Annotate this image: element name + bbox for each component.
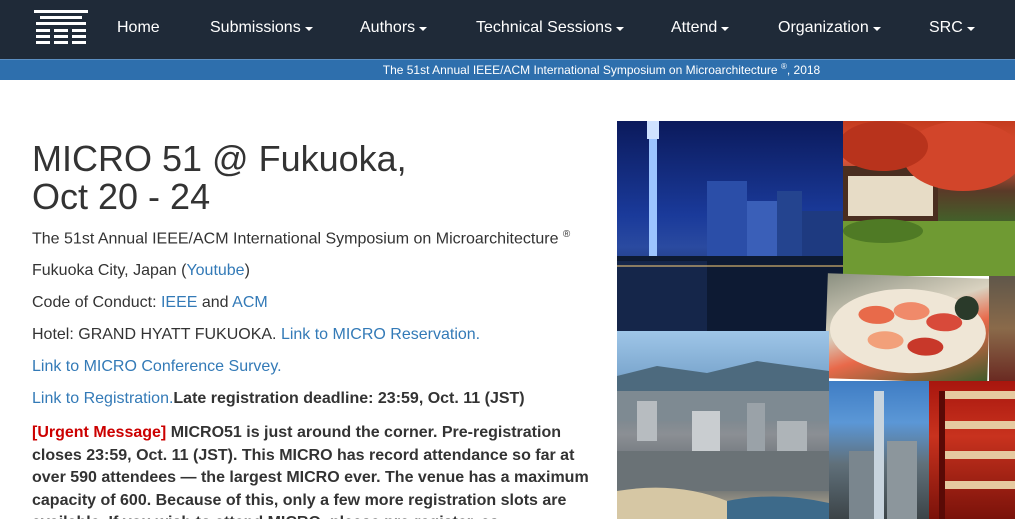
survey-line: Link to MICRO Conference Survey. [32, 356, 592, 378]
nav-authors-label: Authors [360, 19, 416, 36]
caret-down-icon [966, 27, 975, 31]
nav-organization[interactable]: Organization [778, 19, 881, 37]
nav-attend-label: Attend [671, 19, 718, 36]
survey-link[interactable]: Link to MICRO Conference Survey. [32, 358, 282, 375]
location-close: ) [244, 262, 250, 280]
conduct-and: and [197, 294, 233, 312]
reservation-link[interactable]: Link to MICRO Reservation. [281, 326, 480, 343]
nav-src[interactable]: SRC [929, 19, 975, 37]
banner-text: The 51st Annual IEEE/ACM International S… [0, 62, 1015, 77]
subtitle-text: The 51st Annual IEEE/ACM International S… [32, 230, 559, 248]
code-of-conduct-line: Code of Conduct: IEEE and ACM [32, 292, 592, 314]
page-title: MICRO 51 @ Fukuoka, Oct 20 - 24 [32, 140, 592, 216]
nav-authors[interactable]: Authors [360, 19, 428, 37]
japanese-garden-photo [843, 121, 1015, 276]
nav-organization-label: Organization [778, 19, 869, 36]
nav-submissions-label: Submissions [210, 19, 301, 36]
location-line: Fukuoka City, Japan (Youtube) [32, 260, 592, 282]
urgent-tag: [Urgent Message] [32, 424, 167, 442]
city-aerial-photo [617, 331, 829, 519]
pagoda-logo-icon[interactable] [32, 6, 90, 50]
caret-down-icon [721, 27, 730, 31]
caret-down-icon [872, 27, 881, 31]
nav-submissions[interactable]: Submissions [210, 19, 313, 37]
hotel-line: Hotel: GRAND HYATT FUKUOKA. Link to MICR… [32, 324, 592, 346]
nav-technical-sessions[interactable]: Technical Sessions [476, 19, 625, 37]
page-title-line1: MICRO 51 @ Fukuoka, [32, 138, 407, 179]
top-navbar: Home Submissions Authors Technical Sessi… [0, 0, 1015, 59]
nav-home[interactable]: Home [117, 19, 160, 37]
main-content: MICRO 51 @ Fukuoka, Oct 20 - 24 The 51st… [32, 140, 592, 519]
banner-title: The 51st Annual IEEE/ACM International S… [382, 63, 778, 77]
banner-year: , 2018 [786, 63, 821, 77]
nav-technical-sessions-label: Technical Sessions [476, 19, 613, 36]
side-strip-photo [989, 276, 1015, 381]
caret-down-icon [419, 27, 428, 31]
registration-line: Link to Registration.Late registration d… [32, 388, 592, 410]
subtitle-registered-mark: ® [562, 229, 571, 240]
caret-down-icon [616, 27, 625, 31]
nav-src-label: SRC [929, 19, 963, 36]
red-architecture-photo [929, 381, 1015, 519]
fukuoka-photo-collage [617, 121, 1015, 519]
urgent-message: [Urgent Message] MICRO51 is just around … [32, 422, 592, 519]
page-title-line2: Oct 20 - 24 [32, 176, 211, 217]
fukuoka-tower-photo [829, 381, 929, 519]
symposium-banner: The 51st Annual IEEE/ACM International S… [0, 59, 1015, 80]
symposium-subtitle: The 51st Annual IEEE/ACM International S… [32, 224, 592, 250]
acm-conduct-link[interactable]: ACM [232, 294, 268, 311]
registration-link[interactable]: Link to Registration. [32, 390, 173, 407]
nav-home-label: Home [117, 19, 160, 36]
nav-attend[interactable]: Attend [671, 19, 730, 37]
caret-down-icon [304, 27, 313, 31]
night-skyline-photo [617, 121, 843, 331]
hotel-text: Hotel: GRAND HYATT FUKUOKA. [32, 326, 281, 344]
sushi-platter-photo [824, 273, 991, 384]
youtube-link[interactable]: Youtube [186, 262, 244, 279]
location-text: Fukuoka City, Japan ( [32, 262, 187, 280]
ieee-conduct-link[interactable]: IEEE [161, 294, 197, 311]
registration-deadline: Late registration deadline: 23:59, Oct. … [173, 390, 525, 408]
conduct-text: Code of Conduct: [32, 294, 161, 312]
